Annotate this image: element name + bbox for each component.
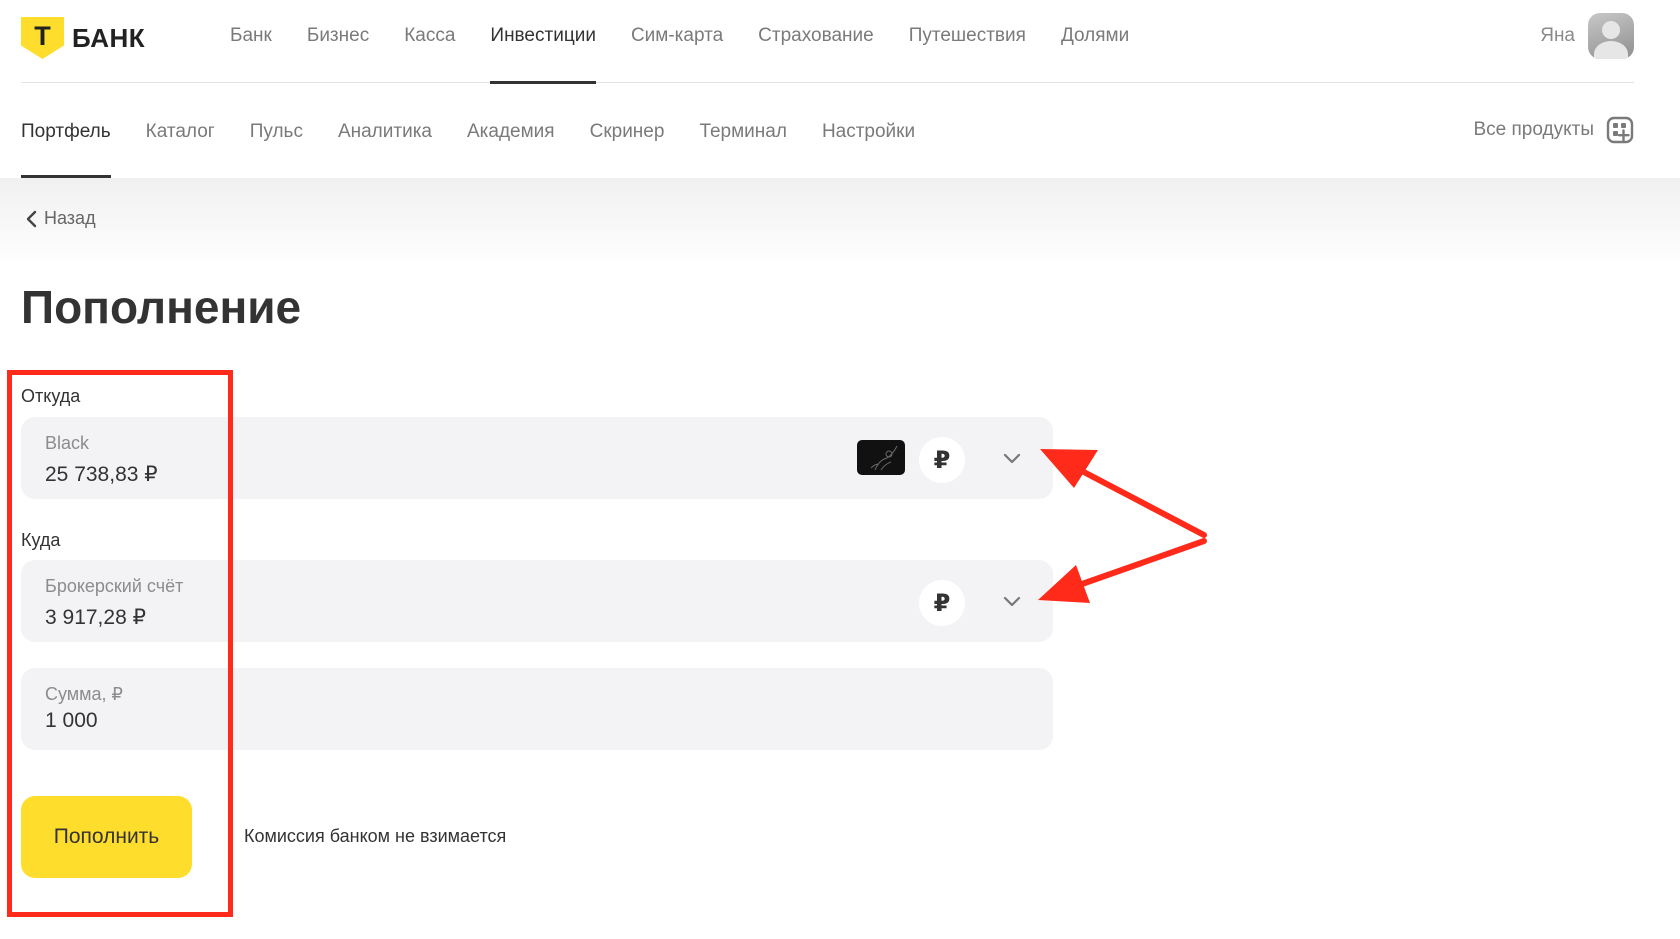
main-nav-item-kassa[interactable]: Касса [404, 0, 455, 83]
tab-analytics[interactable]: Аналитика [338, 83, 432, 178]
grid-plus-icon [1606, 116, 1634, 144]
main-nav: Банк Бизнес Касса Инвестиции Сим-карта С… [230, 0, 1164, 84]
main-nav-item-bank[interactable]: Банк [230, 0, 272, 83]
amount-field[interactable]: Сумма, ₽ [21, 668, 1053, 750]
chevron-left-icon [26, 210, 37, 227]
page: Т БАНК Банк Бизнес Касса Инвестиции Сим-… [0, 0, 1680, 939]
content-header-background [0, 178, 1680, 268]
annotation-arrow-to-from-field [1040, 449, 1207, 538]
user-name: Яна [1540, 25, 1575, 46]
brand-logo[interactable]: Т БАНК [21, 17, 145, 59]
back-link[interactable]: Назад [24, 208, 96, 229]
annotation-arrow-to-to-field [1038, 538, 1207, 603]
sub-navigation: Портфель Каталог Пульс Аналитика Академи… [21, 83, 1634, 178]
from-account-select[interactable]: Black 25 738,83 ₽ ₽ [21, 417, 1053, 499]
to-label: Куда [21, 530, 61, 550]
chevron-down-icon[interactable] [1001, 447, 1023, 469]
from-account-name: Black [45, 433, 90, 453]
top-up-button[interactable]: Пополнить [21, 796, 192, 878]
top-navigation: Т БАНК Банк Бизнес Касса Инвестиции Сим-… [21, 0, 1634, 84]
sub-nav-items: Портфель Каталог Пульс Аналитика Академи… [21, 83, 950, 178]
main-nav-item-travel[interactable]: Путешествия [909, 0, 1026, 83]
page-title: Пополнение [21, 281, 302, 333]
amount-caption: Сумма, ₽ [45, 684, 124, 704]
all-products-button[interactable]: Все продукты [1474, 116, 1635, 144]
commission-note: Комиссия банком не взимается [244, 826, 507, 846]
user-menu[interactable]: Яна [1540, 13, 1634, 59]
chevron-down-icon[interactable] [1001, 590, 1023, 612]
from-account-balance: 25 738,83 ₽ [45, 463, 158, 486]
logo-text: БАНК [72, 22, 146, 53]
tab-pulse[interactable]: Пульс [250, 83, 303, 178]
back-label: Назад [44, 208, 96, 228]
logo-letter: Т [34, 21, 51, 51]
tab-screener[interactable]: Скринер [590, 83, 665, 178]
amount-input[interactable] [45, 709, 645, 733]
ruble-currency-icon: ₽ [919, 580, 965, 626]
tab-catalog[interactable]: Каталог [146, 83, 215, 178]
main-nav-item-insurance[interactable]: Страхование [758, 0, 874, 83]
all-products-label: Все продукты [1473, 119, 1595, 140]
main-nav-item-sim-card[interactable]: Сим-карта [631, 0, 723, 83]
logo-shield-icon: Т [21, 17, 64, 59]
main-nav-item-installments[interactable]: Долями [1061, 0, 1129, 83]
black-card-icon [857, 440, 905, 475]
main-nav-item-business[interactable]: Бизнес [307, 0, 369, 83]
ruble-currency-icon: ₽ [919, 437, 965, 483]
tab-settings[interactable]: Настройки [822, 83, 915, 178]
avatar[interactable] [1588, 13, 1634, 59]
from-label: Откуда [21, 386, 81, 406]
tab-academy[interactable]: Академия [467, 83, 555, 178]
tab-terminal[interactable]: Терминал [699, 83, 787, 178]
to-account-balance: 3 917,28 ₽ [45, 606, 146, 629]
main-nav-item-investments[interactable]: Инвестиции [490, 0, 596, 84]
to-account-name: Брокерский счёт [45, 576, 184, 596]
tab-portfolio[interactable]: Портфель [21, 83, 111, 178]
to-account-select[interactable]: Брокерский счёт 3 917,28 ₽ ₽ [21, 560, 1053, 642]
